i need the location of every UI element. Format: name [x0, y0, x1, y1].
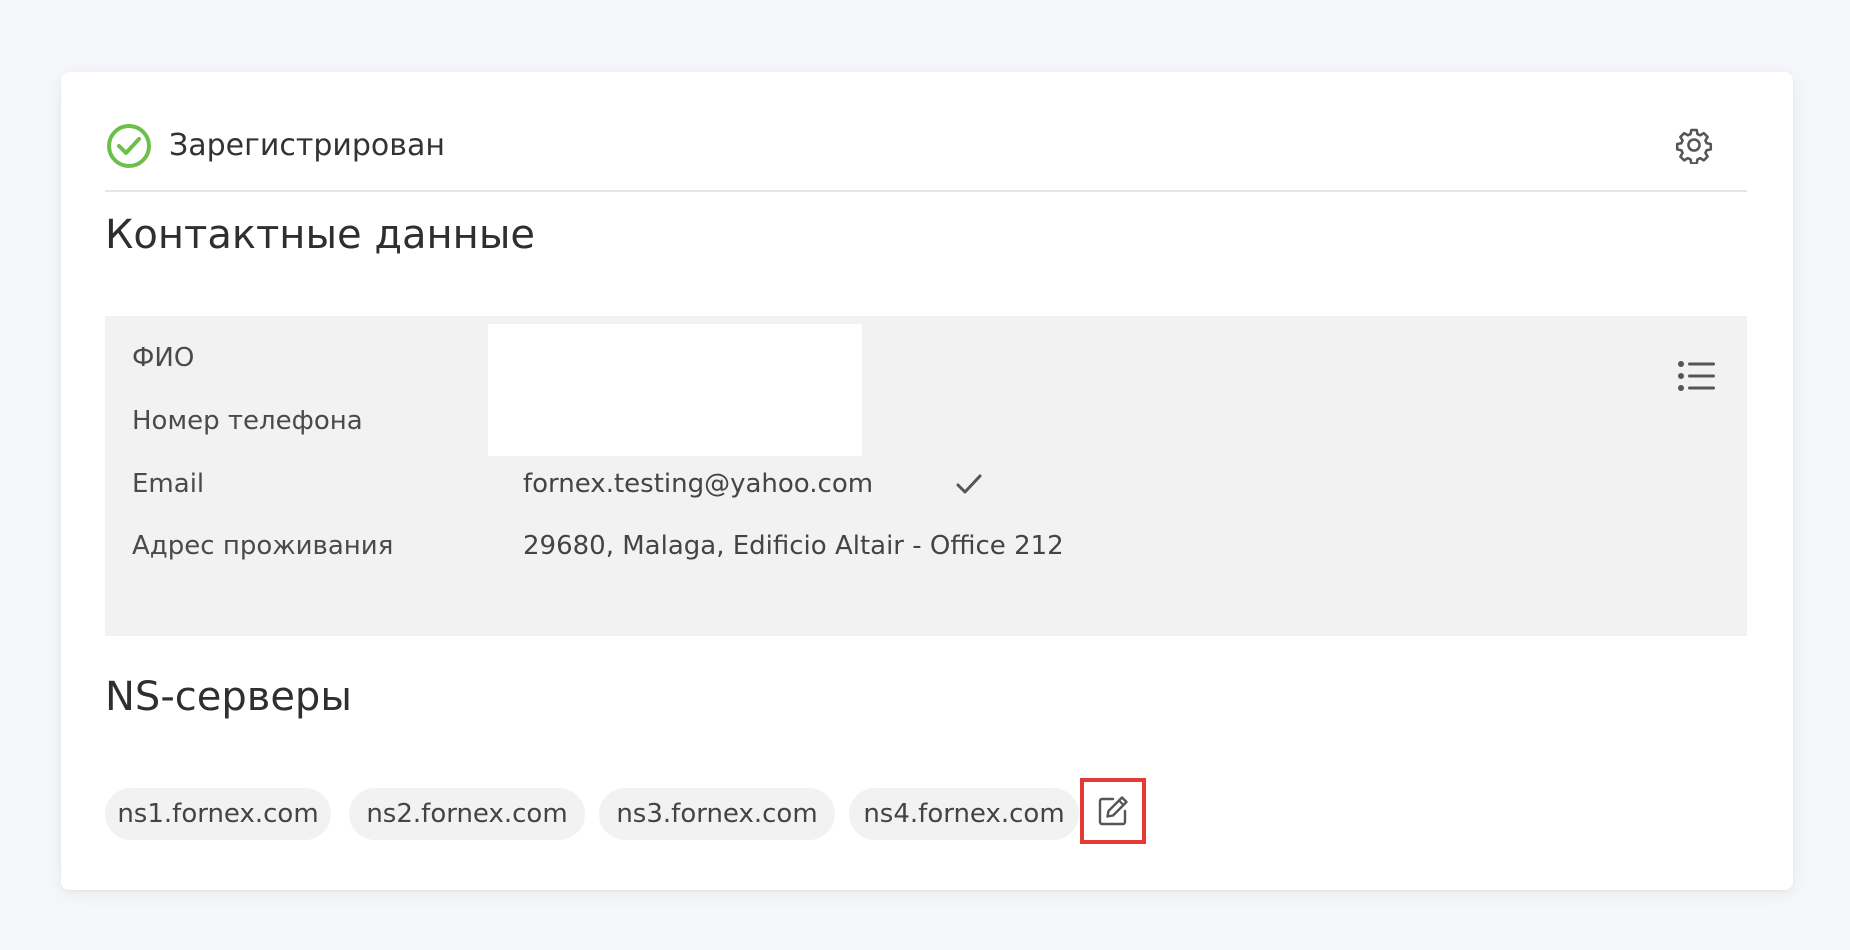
ns-server-chip: ns4.fornex.com — [849, 788, 1079, 840]
ns-server-chip: ns1.fornex.com — [105, 788, 331, 840]
redacted-area — [488, 324, 862, 456]
check-circle-icon — [107, 124, 151, 168]
ns-server-chip: ns2.fornex.com — [349, 788, 585, 840]
status-row: Зарегистрирован — [105, 120, 1747, 192]
list-icon[interactable] — [1677, 358, 1717, 394]
edit-icon — [1098, 796, 1128, 826]
checkmark-icon — [956, 474, 982, 494]
address-value: 29680, Malaga, Edificio Altair - Office … — [523, 531, 1064, 561]
status-text: Зарегистрирован — [169, 128, 445, 163]
field-label-email: Email — [132, 469, 205, 499]
field-label-phone: Номер телефона — [132, 406, 363, 436]
contacts-panel: ФИО Номер телефона Email Адрес проживани… — [105, 316, 1747, 636]
email-value: fornex.testing@yahoo.com — [523, 469, 874, 499]
ns-title: NS-серверы — [105, 674, 352, 720]
edit-ns-button[interactable] — [1080, 778, 1146, 844]
field-label-name: ФИО — [132, 343, 195, 373]
contacts-title: Контактные данные — [105, 212, 536, 258]
field-label-address: Адрес проживания — [132, 531, 394, 561]
ns-server-chip: ns3.fornex.com — [599, 788, 835, 840]
domain-card: Зарегистрирован Контактные данные ФИО Но… — [61, 72, 1793, 890]
gear-icon[interactable] — [1675, 126, 1713, 164]
